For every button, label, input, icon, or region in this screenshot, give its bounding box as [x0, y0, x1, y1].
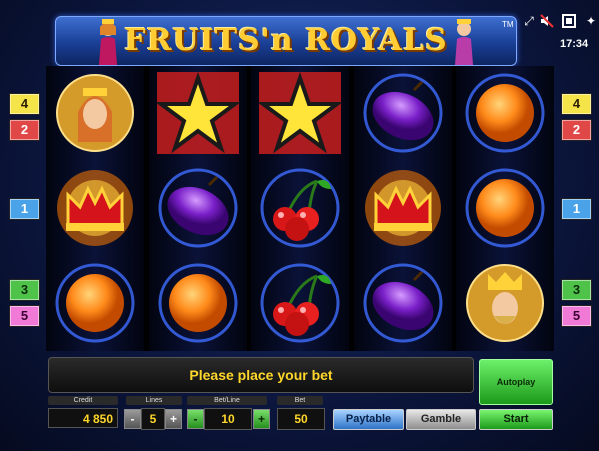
plum-icon — [363, 73, 442, 153]
cherry-icon — [260, 263, 340, 343]
paytable-button[interactable]: Paytable — [333, 409, 404, 430]
sound-off-icon[interactable] — [540, 14, 554, 28]
line-5-left-button[interactable]: 5 — [9, 305, 40, 327]
lines-value: 5 — [141, 408, 165, 430]
line-1-right-button[interactable]: 1 — [561, 198, 592, 220]
credit-label: Credit — [48, 396, 118, 405]
star-icon — [259, 72, 341, 154]
symbol-plum-icon — [149, 161, 247, 256]
king-icon — [466, 264, 544, 342]
line-4-left-button[interactable]: 4 — [9, 93, 40, 115]
symbol-crown-icon — [46, 161, 144, 256]
resize-icon[interactable]: ⤢ — [522, 14, 536, 28]
symbol-plum-icon — [354, 66, 452, 161]
queen-icon — [56, 74, 134, 152]
symbol-star-icon — [149, 66, 247, 161]
line-3-left-button[interactable]: 3 — [9, 279, 40, 301]
game-title: FRUITS'n ROYALS — [124, 23, 448, 58]
symbol-star-icon — [251, 66, 349, 161]
star-icon — [156, 72, 239, 154]
clock: 17:34 — [560, 38, 589, 50]
symbol-cherry-icon — [251, 161, 349, 256]
game-stage: FRUITS'n ROYALS TM ⤢ ✦ 17:34 4 2 1 3 5 4… — [0, 0, 599, 451]
reel-3 — [251, 66, 349, 351]
orange-icon — [55, 263, 135, 343]
start-button[interactable]: Start — [479, 409, 553, 430]
crown-icon — [57, 170, 133, 246]
symbol-crown-icon — [354, 161, 452, 256]
autoplay-button[interactable]: Autoplay — [479, 359, 553, 405]
line-2-right-button[interactable]: 2 — [561, 119, 592, 141]
orange-icon — [158, 263, 237, 343]
line-4-right-button[interactable]: 4 — [561, 93, 592, 115]
bet-line-label: Bet/Line — [187, 396, 267, 405]
symbol-orange-icon — [456, 66, 554, 161]
line-5-right-button[interactable]: 5 — [561, 305, 592, 327]
reel-5 — [456, 66, 554, 351]
bet-label: Bet — [277, 396, 323, 405]
orange-icon — [465, 168, 545, 248]
symbol-plum-icon — [354, 256, 452, 351]
king-figure-icon — [455, 19, 473, 65]
symbol-cherry-icon — [251, 256, 349, 351]
status-message: Please place your bet — [189, 367, 333, 383]
reel-1 — [46, 66, 144, 351]
symbol-orange-icon — [149, 256, 247, 351]
lines-minus-button[interactable]: - — [124, 409, 141, 429]
message-bar: Please place your bet — [48, 357, 474, 393]
game-header: FRUITS'n ROYALS — [55, 16, 517, 66]
lines-plus-button[interactable]: + — [165, 409, 182, 429]
line-1-left-button[interactable]: 1 — [9, 198, 40, 220]
symbol-king-icon — [456, 256, 554, 351]
trademark-mark: TM — [502, 20, 514, 29]
reel-2 — [148, 66, 247, 351]
symbol-queen-icon — [46, 66, 144, 161]
bet-line-minus-button[interactable]: - — [187, 409, 204, 429]
fullscreen-icon[interactable] — [562, 14, 576, 28]
orange-icon — [465, 73, 545, 153]
reel-area — [46, 66, 554, 351]
crown-icon — [364, 170, 441, 246]
symbol-orange-icon — [46, 256, 144, 351]
plum-icon — [363, 263, 442, 343]
gamble-button[interactable]: Gamble — [406, 409, 476, 430]
settings-icon[interactable]: ✦ — [584, 14, 598, 28]
bet-line-value: 10 — [204, 408, 252, 430]
symbol-orange-icon — [456, 161, 554, 256]
bet-value: 50 — [277, 408, 325, 430]
lines-label: Lines — [126, 396, 182, 405]
top-icon-bar: ⤢ ✦ — [518, 14, 598, 30]
cherry-icon — [260, 168, 340, 248]
plum-icon — [158, 168, 237, 248]
line-3-right-button[interactable]: 3 — [561, 279, 592, 301]
line-2-left-button[interactable]: 2 — [9, 119, 40, 141]
reel-4 — [353, 66, 452, 351]
bet-line-plus-button[interactable]: + — [253, 409, 270, 429]
credit-value: 4 850 — [48, 408, 118, 428]
